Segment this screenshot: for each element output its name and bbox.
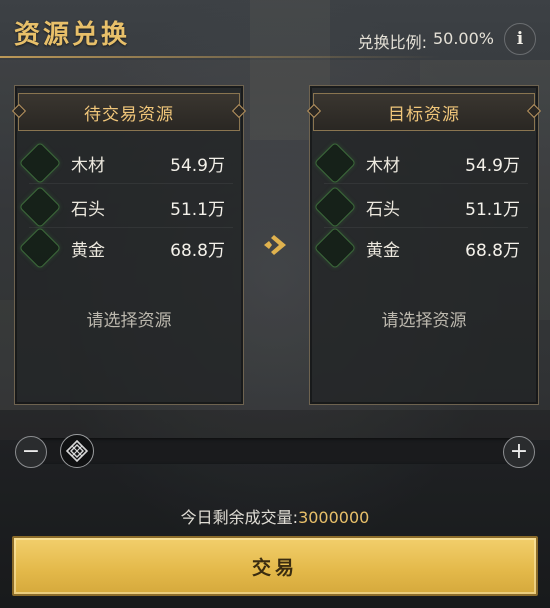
daily-label: 今日剩余成交量: [180,508,299,527]
increase-button[interactable]: + [503,436,535,468]
diamond-knot-icon [66,440,88,462]
source-panel-title: 待交易资源 [18,93,240,131]
row-divider [29,227,233,228]
exchange-ratio: 兑换比例: 50.00% [358,29,494,53]
row-divider [324,183,528,184]
target-resource-wood[interactable]: 木材 54.9万 [313,141,534,185]
resource-slot-icon [313,141,357,185]
resource-slot-icon [18,185,62,229]
daily-remaining-volume: 今日剩余成交量:3000000 [0,504,550,528]
ratio-value: 50.00% [432,29,494,48]
resource-slot-icon [313,226,357,270]
resource-amount: 51.1万 [170,199,225,220]
resource-amount: 68.8万 [170,240,225,261]
info-button[interactable]: i [504,23,536,55]
resource-name: 石头 [366,199,400,220]
resource-amount: 54.9万 [170,155,225,176]
resource-slot-icon [18,226,62,270]
info-icon: i [516,29,524,49]
row-divider [29,183,233,184]
resource-name: 黄金 [366,240,400,261]
target-resource-stone[interactable]: 石头 51.1万 [313,185,534,229]
slider-handle[interactable] [60,434,94,468]
target-resource-panel: 目标资源 木材 54.9万 石头 51.1万 黄金 68.8万 请选择资源 [309,85,539,405]
target-resource-gold[interactable]: 黄金 68.8万 [313,226,534,270]
resource-amount: 51.1万 [465,199,520,220]
resource-amount: 68.8万 [465,240,520,261]
header: 资源兑换 兑换比例: 50.00% i [0,0,550,80]
ratio-label: 兑换比例: [357,33,427,52]
resource-slot-icon [313,185,357,229]
resource-name: 石头 [71,199,105,220]
target-select-prompt[interactable]: 请选择资源 [310,306,538,331]
daily-value: 3000000 [298,508,370,527]
resource-slot-icon [18,141,62,185]
arrow-right-icon [264,235,286,255]
row-divider [324,227,528,228]
resource-amount: 54.9万 [465,155,520,176]
trade-button[interactable]: 交易 [12,536,538,596]
title-underline [0,56,550,58]
target-panel-title: 目标资源 [313,93,535,131]
source-resource-wood[interactable]: 木材 54.9万 [18,141,239,185]
quantity-slider-track[interactable] [26,438,526,464]
source-select-prompt[interactable]: 请选择资源 [15,306,243,331]
source-resource-stone[interactable]: 石头 51.1万 [18,185,239,229]
resource-name: 木材 [71,155,105,176]
resource-name: 黄金 [71,240,105,261]
resource-name: 木材 [366,155,400,176]
source-resource-gold[interactable]: 黄金 68.8万 [18,226,239,270]
decrease-button[interactable]: − [15,436,47,468]
source-resource-panel: 待交易资源 木材 54.9万 石头 51.1万 黄金 68.8万 请选择资源 [14,85,244,405]
page-title: 资源兑换 [14,20,131,50]
